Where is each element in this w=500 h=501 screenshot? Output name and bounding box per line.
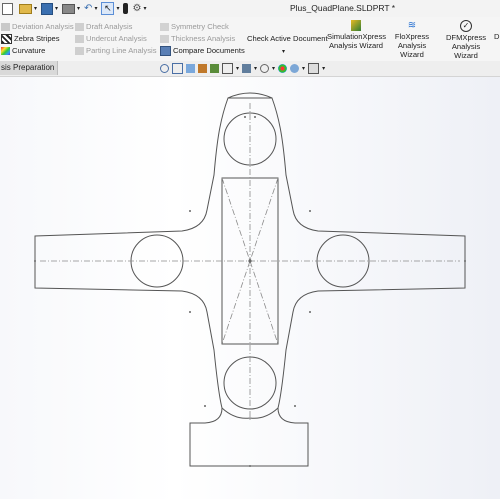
chevron-down-icon[interactable]: ▾ (236, 65, 239, 72)
undercut-analysis-icon (75, 35, 84, 43)
save-icon[interactable] (41, 2, 54, 15)
chevron-down-icon[interactable]: ▾ (55, 5, 58, 12)
sketch-point (244, 116, 246, 118)
truncated-ribbon-button[interactable]: D (494, 32, 500, 41)
zoom-to-area-icon[interactable] (172, 63, 183, 74)
draft-analysis-button[interactable]: Draft Analysis (75, 21, 132, 32)
check-active-document-button[interactable]: Check Active Document (247, 33, 328, 44)
chevron-down-icon[interactable]: ▾ (77, 5, 80, 12)
options-gear-icon[interactable]: ⚙ (132, 3, 141, 14)
parting-line-analysis-icon (75, 47, 84, 55)
top-nose-arc (227, 92, 273, 99)
sketch-point (294, 405, 296, 407)
evaluate-ribbon: Deviation Analysis Zebra Stripes Curvatu… (0, 17, 500, 62)
chevron-down-icon[interactable]: ▾ (143, 5, 146, 12)
quadplane-sketch[interactable] (0, 77, 500, 499)
new-document-icon[interactable] (2, 2, 13, 15)
section-view-icon[interactable] (198, 64, 207, 73)
curvature-button[interactable]: Curvature (1, 45, 45, 56)
display-style-icon[interactable] (242, 64, 252, 73)
sketch-point (204, 405, 206, 407)
origin-point (248, 259, 252, 263)
floxpress-icon: ≋ (407, 20, 417, 31)
edit-appearance-icon[interactable] (278, 64, 288, 73)
simulationxpress-icon (351, 20, 361, 31)
traffic-light-icon[interactable] (123, 3, 129, 14)
deviation-analysis-button[interactable]: Deviation Analysis (1, 21, 74, 32)
undo-icon[interactable]: ↶ (84, 3, 92, 14)
curvature-icon (1, 47, 10, 55)
chevron-down-icon[interactable]: ▾ (322, 65, 325, 72)
dynamic-annotation-icon[interactable] (210, 64, 219, 73)
tab-analysis-preparation[interactable]: sis Preparation (0, 61, 58, 75)
quick-access-toolbar: ▾ ▾ ▾ ↶ ▾ ↖ ▾ ⚙ ▾ (2, 2, 146, 15)
chevron-down-icon[interactable]: ▾ (272, 65, 275, 72)
open-folder-icon[interactable] (19, 3, 32, 14)
view-orientation-icon[interactable] (222, 63, 233, 74)
deviation-analysis-icon (1, 23, 10, 31)
thickness-analysis-icon (160, 35, 169, 43)
symmetry-check-icon (160, 23, 169, 31)
zebra-stripes-button[interactable]: Zebra Stripes (1, 33, 60, 44)
hide-show-items-icon[interactable] (260, 64, 270, 73)
dfmxpress-button[interactable]: ✓ DFMXpress Analysis Wizard (440, 20, 492, 60)
graphics-area[interactable] (0, 77, 500, 499)
sketch-point (254, 116, 256, 118)
sketch-point (309, 311, 311, 313)
print-icon[interactable] (62, 3, 76, 14)
simulationxpress-button[interactable]: SimulationXpress Analysis Wizard (327, 20, 386, 50)
thickness-analysis-button[interactable]: Thickness Analysis (160, 33, 235, 44)
compare-documents-icon (160, 46, 171, 56)
compare-documents-button[interactable]: Compare Documents (160, 45, 245, 56)
heads-up-view-toolbar: ▾ ▾ ▾ ▾ ▾ (160, 62, 325, 75)
view-settings-icon[interactable] (308, 63, 320, 74)
chevron-down-icon[interactable]: ▾ (116, 5, 119, 12)
select-pointer-icon[interactable]: ↖ (101, 2, 115, 15)
undercut-analysis-button[interactable]: Undercut Analysis (75, 33, 147, 44)
previous-view-icon[interactable] (186, 64, 195, 73)
zoom-to-fit-icon[interactable] (160, 64, 169, 73)
chevron-down-icon[interactable]: ▾ (94, 5, 97, 12)
draft-analysis-icon (75, 23, 84, 31)
window-title: Plus_QuadPlane.SLDPRT * (290, 3, 396, 13)
parting-line-analysis-button[interactable]: Parting Line Analysis (75, 45, 157, 56)
chevron-down-icon[interactable]: ▾ (282, 47, 285, 58)
sketch-point (189, 311, 191, 313)
sketch-point (249, 465, 251, 467)
sketch-point (464, 260, 466, 262)
sketch-point (189, 210, 191, 212)
chevron-down-icon[interactable]: ▾ (254, 65, 257, 72)
chevron-down-icon[interactable]: ▾ (302, 65, 305, 72)
chevron-down-icon[interactable]: ▾ (34, 5, 37, 12)
sketch-point (34, 260, 36, 262)
title-bar: ▾ ▾ ▾ ↶ ▾ ↖ ▾ ⚙ ▾ Plus_QuadPlane.SLDPRT … (0, 0, 500, 18)
sketch-point (309, 210, 311, 212)
symmetry-check-button[interactable]: Symmetry Check (160, 21, 229, 32)
apply-scene-icon[interactable] (290, 64, 300, 73)
floxpress-button[interactable]: ≋ FloXpress Analysis Wizard (386, 20, 438, 59)
zebra-stripes-icon (1, 34, 12, 44)
dfmxpress-icon: ✓ (460, 20, 472, 32)
